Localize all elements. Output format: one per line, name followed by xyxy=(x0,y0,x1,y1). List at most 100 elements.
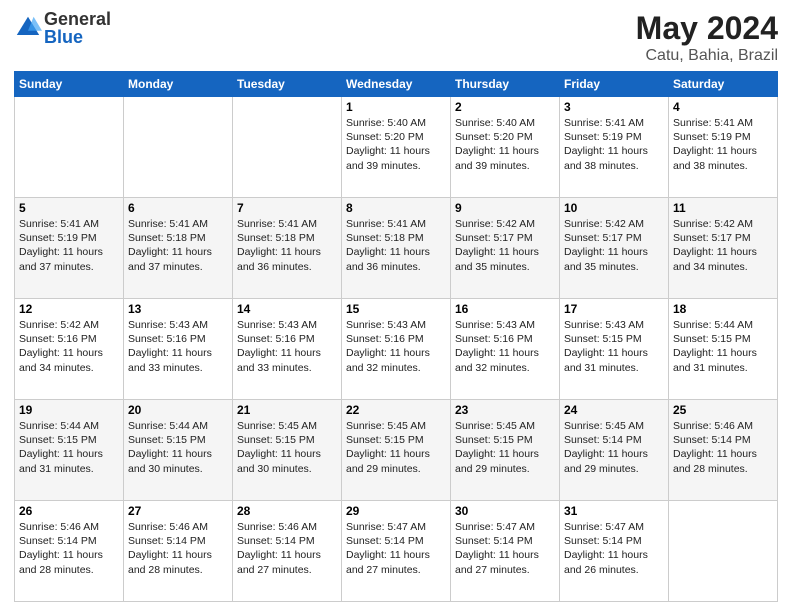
day-number: 5 xyxy=(19,201,119,215)
day-number: 2 xyxy=(455,100,555,114)
day-info: Sunrise: 5:43 AM Sunset: 5:16 PM Dayligh… xyxy=(346,318,446,375)
week-row-5: 26 Sunrise: 5:46 AM Sunset: 5:14 PM Dayli… xyxy=(15,501,778,602)
day-info: Sunrise: 5:43 AM Sunset: 5:15 PM Dayligh… xyxy=(564,318,664,375)
day-info: Sunrise: 5:46 AM Sunset: 5:14 PM Dayligh… xyxy=(128,520,228,577)
day-info: Sunrise: 5:46 AM Sunset: 5:14 PM Dayligh… xyxy=(673,419,773,476)
day-cell: 11Sunrise: 5:42 AM Sunset: 5:17 PM Dayli… xyxy=(669,198,778,299)
logo-general-text: General xyxy=(44,10,111,28)
day-number: 19 xyxy=(19,403,119,417)
day-cell: 29Sunrise: 5:47 AM Sunset: 5:14 PM Dayli… xyxy=(342,501,451,602)
day-number: 18 xyxy=(673,302,773,316)
day-cell xyxy=(124,97,233,198)
day-cell: 31Sunrise: 5:47 AM Sunset: 5:14 PM Dayli… xyxy=(560,501,669,602)
day-cell: 30 Sunrise: 5:47 AM Sunset: 5:14 PM Dayli… xyxy=(451,501,560,602)
week-row-1: 1 Sunrise: 5:40 AM Sunset: 5:20 PM Daylig… xyxy=(15,97,778,198)
day-number: 15 xyxy=(346,302,446,316)
day-number: 22 xyxy=(346,403,446,417)
title-block: May 2024 Catu, Bahia, Brazil xyxy=(636,10,778,65)
day-info: Sunrise: 5:41 AM Sunset: 5:18 PM Dayligh… xyxy=(346,217,446,274)
col-header-sunday: Sunday xyxy=(15,72,124,97)
day-number: 16 xyxy=(455,302,555,316)
day-cell xyxy=(15,97,124,198)
day-cell: 9 Sunrise: 5:42 AM Sunset: 5:17 PM Daylig… xyxy=(451,198,560,299)
day-number: 29 xyxy=(346,504,446,518)
day-info: Sunrise: 5:44 AM Sunset: 5:15 PM Dayligh… xyxy=(128,419,228,476)
day-number: 10 xyxy=(564,201,664,215)
day-info: Sunrise: 5:46 AM Sunset: 5:14 PM Dayligh… xyxy=(19,520,119,577)
day-number: 1 xyxy=(346,100,446,114)
day-cell: 24Sunrise: 5:45 AM Sunset: 5:14 PM Dayli… xyxy=(560,400,669,501)
day-cell: 13 Sunrise: 5:43 AM Sunset: 5:16 PM Dayli… xyxy=(124,299,233,400)
day-cell: 23Sunrise: 5:45 AM Sunset: 5:15 PM Dayli… xyxy=(451,400,560,501)
day-cell: 28Sunrise: 5:46 AM Sunset: 5:14 PM Dayli… xyxy=(233,501,342,602)
page: General Blue May 2024 Catu, Bahia, Brazi… xyxy=(0,0,792,612)
day-number: 26 xyxy=(19,504,119,518)
day-cell: 8 Sunrise: 5:41 AM Sunset: 5:18 PM Daylig… xyxy=(342,198,451,299)
day-info: Sunrise: 5:44 AM Sunset: 5:15 PM Dayligh… xyxy=(673,318,773,375)
day-cell: 15 Sunrise: 5:43 AM Sunset: 5:16 PM Dayli… xyxy=(342,299,451,400)
day-cell: 25 Sunrise: 5:46 AM Sunset: 5:14 PM Dayli… xyxy=(669,400,778,501)
day-cell: 19 Sunrise: 5:44 AM Sunset: 5:15 PM Dayli… xyxy=(15,400,124,501)
header: General Blue May 2024 Catu, Bahia, Brazi… xyxy=(14,10,778,65)
day-number: 25 xyxy=(673,403,773,417)
day-number: 13 xyxy=(128,302,228,316)
day-number: 4 xyxy=(673,100,773,114)
day-info: Sunrise: 5:40 AM Sunset: 5:20 PM Dayligh… xyxy=(346,116,446,173)
day-cell: 17Sunrise: 5:43 AM Sunset: 5:15 PM Dayli… xyxy=(560,299,669,400)
day-cell xyxy=(233,97,342,198)
day-cell xyxy=(669,501,778,602)
day-info: Sunrise: 5:44 AM Sunset: 5:15 PM Dayligh… xyxy=(19,419,119,476)
day-info: Sunrise: 5:47 AM Sunset: 5:14 PM Dayligh… xyxy=(455,520,555,577)
day-cell: 1 Sunrise: 5:40 AM Sunset: 5:20 PM Daylig… xyxy=(342,97,451,198)
day-info: Sunrise: 5:45 AM Sunset: 5:15 PM Dayligh… xyxy=(346,419,446,476)
day-number: 20 xyxy=(128,403,228,417)
day-info: Sunrise: 5:45 AM Sunset: 5:14 PM Dayligh… xyxy=(564,419,664,476)
day-cell: 14 Sunrise: 5:43 AM Sunset: 5:16 PM Dayli… xyxy=(233,299,342,400)
header-row: SundayMondayTuesdayWednesdayThursdayFrid… xyxy=(15,72,778,97)
col-header-wednesday: Wednesday xyxy=(342,72,451,97)
day-info: Sunrise: 5:42 AM Sunset: 5:17 PM Dayligh… xyxy=(564,217,664,274)
col-header-monday: Monday xyxy=(124,72,233,97)
day-info: Sunrise: 5:43 AM Sunset: 5:16 PM Dayligh… xyxy=(455,318,555,375)
day-number: 30 xyxy=(455,504,555,518)
logo: General Blue xyxy=(14,10,111,46)
day-number: 14 xyxy=(237,302,337,316)
col-header-saturday: Saturday xyxy=(669,72,778,97)
calendar-table: SundayMondayTuesdayWednesdayThursdayFrid… xyxy=(14,71,778,602)
day-number: 7 xyxy=(237,201,337,215)
day-cell: 22 Sunrise: 5:45 AM Sunset: 5:15 PM Dayli… xyxy=(342,400,451,501)
day-number: 27 xyxy=(128,504,228,518)
calendar-title: May 2024 xyxy=(636,10,778,47)
calendar-location: Catu, Bahia, Brazil xyxy=(636,47,778,65)
day-cell: 27 Sunrise: 5:46 AM Sunset: 5:14 PM Dayli… xyxy=(124,501,233,602)
day-cell: 7Sunrise: 5:41 AM Sunset: 5:18 PM Daylig… xyxy=(233,198,342,299)
day-info: Sunrise: 5:42 AM Sunset: 5:16 PM Dayligh… xyxy=(19,318,119,375)
day-cell: 2 Sunrise: 5:40 AM Sunset: 5:20 PM Daylig… xyxy=(451,97,560,198)
day-cell: 10 Sunrise: 5:42 AM Sunset: 5:17 PM Dayli… xyxy=(560,198,669,299)
day-info: Sunrise: 5:46 AM Sunset: 5:14 PM Dayligh… xyxy=(237,520,337,577)
day-cell: 16 Sunrise: 5:43 AM Sunset: 5:16 PM Dayli… xyxy=(451,299,560,400)
day-info: Sunrise: 5:43 AM Sunset: 5:16 PM Dayligh… xyxy=(128,318,228,375)
day-cell: 20 Sunrise: 5:44 AM Sunset: 5:15 PM Dayli… xyxy=(124,400,233,501)
day-cell: 21Sunrise: 5:45 AM Sunset: 5:15 PM Dayli… xyxy=(233,400,342,501)
day-info: Sunrise: 5:41 AM Sunset: 5:19 PM Dayligh… xyxy=(673,116,773,173)
day-info: Sunrise: 5:40 AM Sunset: 5:20 PM Dayligh… xyxy=(455,116,555,173)
day-info: Sunrise: 5:43 AM Sunset: 5:16 PM Dayligh… xyxy=(237,318,337,375)
logo-icon xyxy=(14,14,42,42)
day-number: 3 xyxy=(564,100,664,114)
day-number: 8 xyxy=(346,201,446,215)
day-info: Sunrise: 5:41 AM Sunset: 5:19 PM Dayligh… xyxy=(564,116,664,173)
day-number: 31 xyxy=(564,504,664,518)
week-row-2: 5Sunrise: 5:41 AM Sunset: 5:19 PM Daylig… xyxy=(15,198,778,299)
day-info: Sunrise: 5:45 AM Sunset: 5:15 PM Dayligh… xyxy=(237,419,337,476)
logo-blue-text: Blue xyxy=(44,28,111,46)
day-number: 6 xyxy=(128,201,228,215)
day-info: Sunrise: 5:42 AM Sunset: 5:17 PM Dayligh… xyxy=(455,217,555,274)
day-number: 11 xyxy=(673,201,773,215)
col-header-friday: Friday xyxy=(560,72,669,97)
week-row-3: 12 Sunrise: 5:42 AM Sunset: 5:16 PM Dayli… xyxy=(15,299,778,400)
week-row-4: 19 Sunrise: 5:44 AM Sunset: 5:15 PM Dayli… xyxy=(15,400,778,501)
day-number: 9 xyxy=(455,201,555,215)
day-number: 23 xyxy=(455,403,555,417)
day-number: 12 xyxy=(19,302,119,316)
